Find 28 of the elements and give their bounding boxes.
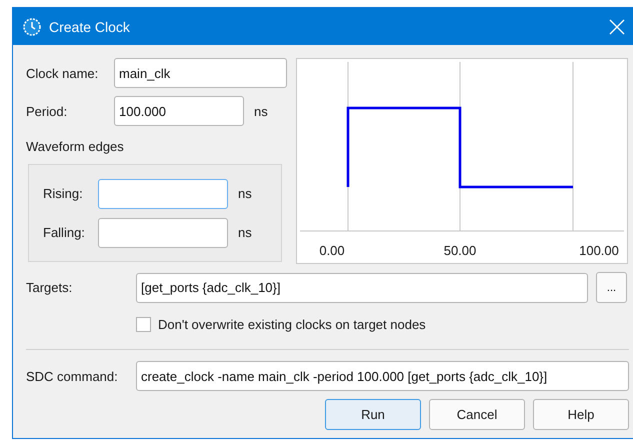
axis-label: 0.00: [319, 243, 345, 258]
dialog-button[interactable]: Run: [325, 399, 421, 430]
field-label: SDC command:: [26, 368, 119, 384]
field-label: Rising:: [43, 186, 84, 201]
unit-label: ns: [238, 225, 252, 240]
checkbox[interactable]: [136, 316, 151, 332]
sdc-command-field[interactable]: create_clock -name main_clk -period 100.000 [get_ports {adc_clk_10}]: [136, 361, 629, 391]
axis-label: 50.00: [444, 243, 476, 258]
window-title: Create Clock: [49, 18, 131, 34]
field-label: Falling:: [43, 225, 86, 240]
axis-label: 100.00: [579, 243, 619, 258]
close-icon: [609, 18, 625, 34]
unit-label: ns: [254, 104, 268, 118]
targets-field[interactable]: [get_ports {adc_clk_10}]: [136, 272, 588, 302]
unit-label: ns: [238, 186, 252, 201]
checkbox-label: Don't overwrite existing clocks on target nodes: [158, 316, 426, 332]
field-label: Period:: [26, 104, 68, 118]
clock-name-field[interactable]: main_clk: [114, 58, 287, 88]
field-label: Clock name:: [26, 66, 100, 80]
clock-icon: [23, 18, 41, 36]
edge-time-field[interactable]: [98, 218, 228, 248]
dialog-button[interactable]: Cancel: [429, 399, 525, 430]
period-field[interactable]: 100.000: [114, 96, 244, 126]
dialog-button[interactable]: Help: [533, 399, 629, 430]
edge-time-field[interactable]: [98, 178, 228, 208]
browse-button[interactable]: ...: [596, 272, 627, 303]
group-title: Waveform edges: [26, 138, 125, 154]
field-label: Targets:: [26, 280, 74, 295]
